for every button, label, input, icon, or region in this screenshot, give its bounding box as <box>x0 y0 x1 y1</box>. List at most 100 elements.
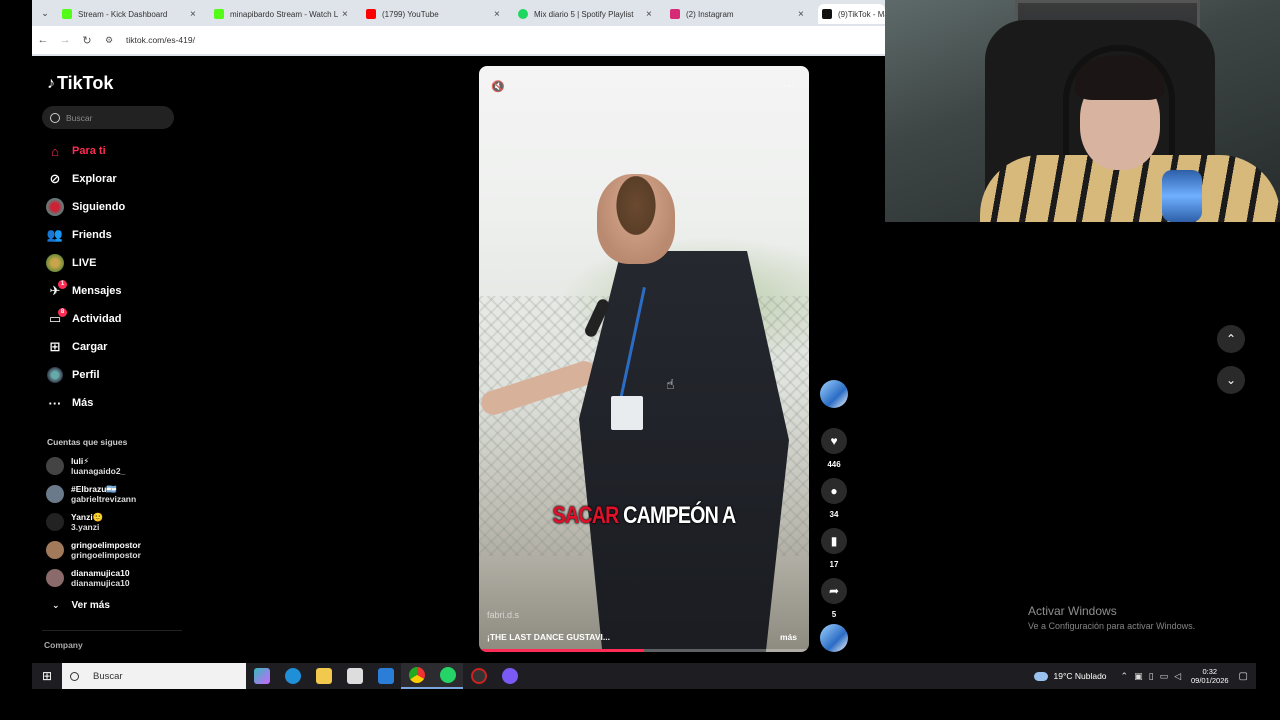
following-account[interactable]: luli⚡ luanagaido2_ <box>46 454 125 478</box>
messages-badge: 1 <box>58 280 67 289</box>
clock[interactable]: 0:32 09/01/2026 <box>1191 667 1229 685</box>
chevron-up-icon[interactable]: ⌃ <box>1121 671 1129 682</box>
tab-search-chevron-icon[interactable]: ⌄ <box>38 6 52 20</box>
nav-perfil[interactable]: Perfil <box>46 364 100 386</box>
close-tab-icon[interactable]: × <box>798 9 804 20</box>
volume-icon[interactable]: ◁ <box>1174 671 1181 682</box>
music-disc-icon[interactable] <box>820 624 848 652</box>
url-field[interactable]: tiktok.com/es-419/ <box>126 35 195 45</box>
account-handle: gabrieltrevizann <box>71 494 137 504</box>
activate-subtitle: Ve a Configuración para activar Windows. <box>1028 621 1196 631</box>
weather-text: 19°C Nublado <box>1053 671 1107 681</box>
nav-mensajes[interactable]: ✈ 1 Mensajes <box>46 280 122 302</box>
tiktok-logo[interactable]: ♪ TikTok <box>47 73 113 94</box>
creator-avatar[interactable] <box>820 380 848 408</box>
share-icon: ➦ <box>828 584 840 598</box>
like-button[interactable]: ♥ <box>821 428 847 454</box>
share-button[interactable]: ➦ <box>821 578 847 604</box>
tab-title: (9)TikTok - Ma <box>838 9 885 19</box>
weather-widget[interactable]: 19°C Nublado <box>1033 671 1107 681</box>
caption-red-word: SACAR <box>552 502 620 529</box>
tab-title: Stream - Kick Dashboard <box>78 9 168 19</box>
kick-icon <box>214 9 224 19</box>
comment-button[interactable]: ● <box>821 478 847 504</box>
following-account[interactable]: #Elbrazu🇦🇷 gabrieltrevizann <box>46 482 136 506</box>
following-account[interactable]: gringoelimpostor gringoelimpostor <box>46 538 141 562</box>
webcam-overlay <box>885 0 1280 222</box>
notifications-icon[interactable]: ▢ <box>1239 671 1248 682</box>
previous-video-button[interactable]: ⌃ <box>1217 325 1245 353</box>
video-more-link[interactable]: más <box>780 632 797 642</box>
compass-icon: ⊘ <box>49 171 61 186</box>
forward-icon[interactable]: → <box>54 34 76 46</box>
tab-youtube[interactable]: (1799) YouTube × <box>366 4 500 24</box>
search-input[interactable]: Buscar <box>42 106 174 129</box>
nav-label: Cargar <box>72 341 108 353</box>
taskbar-file-explorer-icon[interactable] <box>308 663 339 689</box>
close-tab-icon[interactable]: × <box>494 9 500 20</box>
browser-window: ⌄ Stream - Kick Dashboard × minapibardo … <box>32 0 885 56</box>
usb-icon[interactable]: ▣ <box>1134 671 1143 682</box>
taskbar-mail-icon[interactable] <box>370 663 401 689</box>
nav-para-ti[interactable]: ⌂ Para ti <box>46 140 106 162</box>
nav-actividad[interactable]: ▭ 8 Actividad <box>46 308 122 330</box>
tab-kick-dashboard[interactable]: Stream - Kick Dashboard × <box>62 4 196 24</box>
following-account[interactable]: dianamujica10 dianamujica10 <box>46 566 130 590</box>
video-frame-face <box>597 174 675 264</box>
save-button[interactable]: ▮ <box>821 528 847 554</box>
upload-icon: ⊞ <box>49 339 61 354</box>
video-frame-person <box>579 251 789 652</box>
chevron-down-icon: ⌄ <box>1225 373 1237 387</box>
nav-friends[interactable]: 👥 Friends <box>46 224 112 246</box>
activity-badge: 8 <box>58 308 67 317</box>
taskbar-chrome-icon[interactable] <box>401 663 432 689</box>
nav-siguiendo[interactable]: Siguiendo <box>46 196 125 218</box>
nav-mas[interactable]: ··· Más <box>46 392 94 414</box>
see-more-button[interactable]: ⌄ Ver más <box>52 600 110 611</box>
activity-icon: ▭ 8 <box>46 308 67 328</box>
nav-explorar[interactable]: ⊘ Explorar <box>46 168 117 190</box>
video-progress-bar[interactable] <box>479 649 809 652</box>
taskbar-whatsapp-icon[interactable] <box>432 663 463 689</box>
volume-icon[interactable]: 🔇 <box>491 80 505 93</box>
search-icon <box>50 112 60 123</box>
taskbar-edge-icon[interactable] <box>277 663 308 689</box>
tab-tiktok[interactable]: (9)TikTok - Ma <box>818 4 885 24</box>
close-tab-icon[interactable]: × <box>646 9 652 20</box>
nav-cargar[interactable]: ⊞ Cargar <box>46 336 108 358</box>
reload-icon[interactable]: ↻ <box>76 34 98 47</box>
tab-spotify[interactable]: Mix diario 5 | Spotify Playlist × <box>518 4 652 24</box>
avatar <box>46 485 64 503</box>
taskbar-store-icon[interactable] <box>339 663 370 689</box>
taskbar-search-input[interactable]: Buscar <box>62 663 246 689</box>
more-icon: ··· <box>48 395 62 411</box>
tab-instagram[interactable]: (2) Instagram × <box>670 4 804 24</box>
network-icon[interactable]: ▭ <box>1160 671 1169 682</box>
more-options-icon[interactable]: ··· <box>783 78 795 92</box>
nav-label: Más <box>72 397 94 409</box>
account-handle: dianamujica10 <box>71 578 130 588</box>
video-player[interactable]: 🔇 ··· SACAR CAMPEÓN A fabri.d.s ¡THE LAS… <box>479 66 809 652</box>
account-name: gringoelimpostor <box>71 540 141 550</box>
nav-label: Actividad <box>72 313 122 325</box>
nav-live[interactable]: LIVE <box>46 252 96 274</box>
site-info-icon[interactable]: ⚙ <box>98 35 120 46</box>
windows-start-icon[interactable]: ⊞ <box>32 663 62 689</box>
close-tab-icon[interactable]: × <box>190 9 196 20</box>
back-icon[interactable]: ← <box>32 34 54 46</box>
following-account[interactable]: Yanzi🙂 3.yanzi <box>46 510 103 534</box>
address-bar: ← → ↻ ⚙ tiktok.com/es-419/ <box>32 26 885 54</box>
activate-title: Activar Windows <box>1028 604 1117 618</box>
tab-kick-stream[interactable]: minapibardo Stream - Watch Li × <box>214 4 348 24</box>
company-link[interactable]: Company <box>44 640 83 650</box>
live-icon <box>46 254 64 272</box>
taskbar-app-icon[interactable] <box>494 663 525 689</box>
see-more-label: Ver más <box>71 600 110 611</box>
close-tab-icon[interactable]: × <box>342 9 348 20</box>
like-count: 446 <box>827 460 841 469</box>
taskbar-copilot-icon[interactable] <box>246 663 277 689</box>
microphone-icon[interactable]: ▯ <box>1149 671 1154 682</box>
next-video-button[interactable]: ⌄ <box>1217 366 1245 394</box>
taskbar-search-placeholder: Buscar <box>93 670 123 682</box>
taskbar-obs-icon[interactable] <box>463 663 494 689</box>
